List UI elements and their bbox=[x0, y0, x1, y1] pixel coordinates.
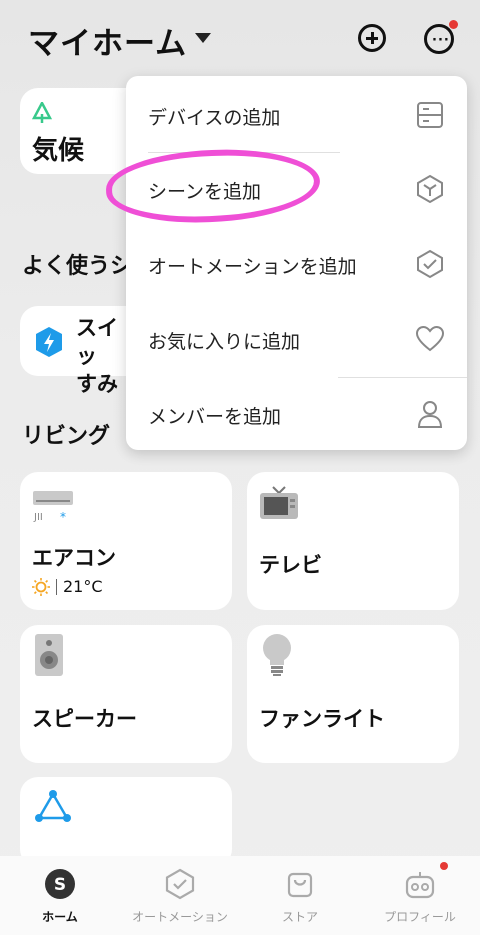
svg-text:JII: JII bbox=[33, 512, 43, 523]
weather-label: 気候 bbox=[32, 136, 85, 166]
add-button[interactable] bbox=[358, 24, 386, 52]
home-dropdown-icon[interactable] bbox=[195, 33, 211, 43]
sun-icon bbox=[32, 577, 50, 596]
device-card-hub[interactable] bbox=[20, 777, 232, 867]
person-icon bbox=[417, 401, 443, 428]
bolt-hexagon-icon bbox=[36, 327, 62, 357]
menu-item-label: デバイスの追加 bbox=[148, 107, 281, 129]
nav-item-home[interactable]: S ホーム bbox=[0, 856, 120, 935]
add-menu: デバイスの追加 シーンを追加 オートメーションを追加 お気に入りに追加 メンバー bbox=[126, 76, 467, 450]
air-conditioner-icon: JII * bbox=[33, 491, 73, 524]
living-section-title: リビング bbox=[22, 424, 111, 449]
device-name: ファンライト bbox=[259, 707, 385, 731]
menu-item-label: お気に入りに追加 bbox=[148, 331, 301, 353]
speaker-icon bbox=[35, 634, 63, 676]
device-name: テレビ bbox=[259, 553, 322, 577]
shopping-bag-icon bbox=[287, 872, 313, 898]
menu-item-add-device[interactable]: デバイスの追加 bbox=[126, 78, 467, 152]
network-hub-icon bbox=[35, 790, 71, 822]
bottom-navigation: S ホーム オートメーション ストア プロフィール bbox=[0, 856, 480, 935]
svg-text:S: S bbox=[54, 875, 66, 895]
device-card-aircon[interactable]: JII * エアコン 21°C bbox=[20, 472, 232, 610]
device-name: スピーカー bbox=[32, 707, 137, 731]
device-card-speaker[interactable]: スピーカー bbox=[20, 625, 232, 763]
device-status: 21°C bbox=[32, 577, 103, 596]
menu-item-label: オートメーションを追加 bbox=[148, 256, 357, 278]
header: マイホーム ··· bbox=[0, 0, 480, 80]
menu-item-add-automation[interactable]: オートメーションを追加 bbox=[126, 227, 467, 301]
notification-dot bbox=[440, 862, 448, 870]
home-s-icon: S bbox=[45, 869, 75, 899]
more-dots-icon: ··· bbox=[432, 33, 450, 48]
svg-text:*: * bbox=[60, 510, 66, 524]
home-title[interactable]: マイホーム bbox=[28, 18, 187, 63]
nav-item-automation[interactable]: オートメーション bbox=[120, 856, 240, 935]
more-options-button[interactable]: ··· bbox=[424, 24, 454, 54]
tv-icon bbox=[260, 486, 298, 519]
heart-icon bbox=[415, 325, 445, 352]
device-name: エアコン bbox=[32, 546, 116, 570]
status-divider bbox=[56, 578, 57, 595]
tree-icon bbox=[32, 102, 52, 123]
menu-item-label: メンバーを追加 bbox=[148, 406, 282, 428]
nav-label: ストア bbox=[281, 910, 318, 924]
scene-cube-icon bbox=[417, 174, 443, 204]
nav-label: ホーム bbox=[42, 910, 78, 924]
nav-label: プロフィール bbox=[384, 910, 456, 924]
frequent-scenes-title: よく使うシ bbox=[22, 254, 133, 279]
device-card-fan-light[interactable]: ファンライト bbox=[247, 625, 459, 763]
device-panel-icon bbox=[417, 102, 443, 128]
device-card-tv[interactable]: テレビ bbox=[247, 472, 459, 610]
notification-dot bbox=[449, 20, 458, 29]
nav-item-profile[interactable]: プロフィール bbox=[360, 856, 480, 935]
temperature-value: 21°C bbox=[63, 577, 103, 596]
nav-item-store[interactable]: ストア bbox=[240, 856, 360, 935]
automation-icon bbox=[165, 868, 195, 900]
menu-item-add-member[interactable]: メンバーを追加 bbox=[126, 377, 467, 451]
robot-face-icon bbox=[405, 872, 435, 899]
nav-label: オートメーション bbox=[132, 910, 228, 924]
automation-shield-icon bbox=[417, 249, 443, 279]
menu-item-add-favorite[interactable]: お気に入りに追加 bbox=[126, 302, 467, 376]
light-bulb-icon bbox=[263, 634, 291, 676]
